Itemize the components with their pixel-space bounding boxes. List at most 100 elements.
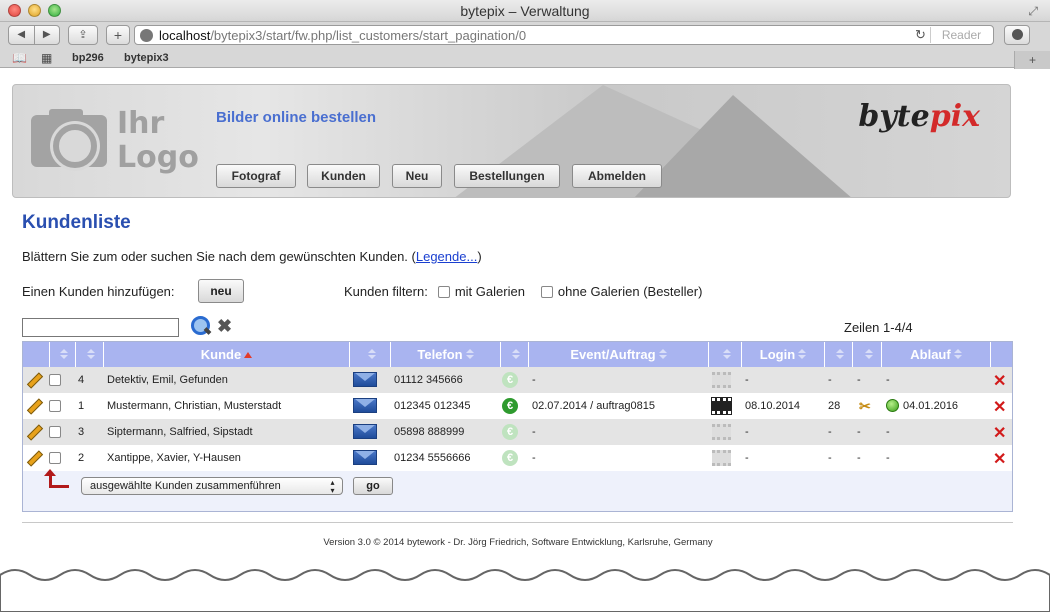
col-tools-sort[interactable]: [852, 342, 881, 367]
search-icon[interactable]: [191, 316, 211, 336]
cell-number: 4: [78, 374, 85, 386]
col-film-sort[interactable]: [708, 342, 741, 367]
share-icon[interactable]: ⇪: [68, 25, 98, 45]
nav-abmelden-button[interactable]: Abmelden: [572, 164, 662, 188]
customer-filter: Kunden filtern: mit Galerien ohne Galerien…: [344, 284, 702, 299]
add-bookmark-icon[interactable]: +: [106, 25, 130, 45]
filter-label: Kunden filtern:: [344, 284, 428, 299]
reload-icon[interactable]: ↻: [915, 27, 926, 43]
fullscreen-icon[interactable]: ⤢: [1028, 4, 1038, 19]
cell-kunde: Detektiv, Emil, Gefunden: [107, 374, 228, 386]
search-input[interactable]: [22, 318, 179, 337]
nav-neu-button[interactable]: Neu: [392, 164, 442, 188]
col-select-sort[interactable]: [49, 342, 75, 367]
row-checkbox[interactable]: [49, 426, 61, 438]
bookmark-bytepix3[interactable]: bytepix3: [124, 52, 169, 64]
filter-with-galleries-checkbox[interactable]: [437, 286, 450, 298]
cell-telefon: 012345 012345: [394, 400, 471, 412]
cell-event: -: [532, 374, 536, 386]
edit-icon[interactable]: [27, 373, 41, 387]
cell-login: -: [745, 374, 749, 386]
cell-tools: -: [857, 374, 861, 386]
col-mail-sort[interactable]: [349, 342, 390, 367]
camera-logo-icon: [31, 115, 107, 168]
table-header: Kunde Telefon Event/Auftrag Login Ablauf: [23, 342, 1012, 367]
mail-icon[interactable]: [353, 424, 377, 439]
delete-icon[interactable]: ✕: [993, 423, 1006, 443]
cell-count: -: [828, 426, 832, 438]
col-event[interactable]: Event/Auftrag: [528, 342, 708, 367]
col-edit: [23, 342, 49, 367]
rows-count: Zeilen 1-4/4: [844, 320, 913, 335]
col-ablauf[interactable]: Ablauf: [881, 342, 990, 367]
col-number-sort[interactable]: [75, 342, 103, 367]
mail-icon[interactable]: [353, 398, 377, 413]
nav-kunden-button[interactable]: Kunden: [307, 164, 380, 188]
col-telefon[interactable]: Telefon: [390, 342, 500, 367]
bulk-action-select[interactable]: ausgewählte Kunden zusammenführen: [81, 477, 343, 495]
brand-part-1: byte: [858, 99, 930, 134]
mail-icon[interactable]: [353, 450, 377, 465]
cell-telefon: 05898 888999: [394, 426, 465, 438]
euro-icon: €: [502, 372, 518, 388]
forward-icon[interactable]: ▶: [33, 26, 60, 44]
footer-text: Version 3.0 © 2014 bytework - Dr. Jörg F…: [323, 537, 713, 548]
edit-icon[interactable]: [27, 451, 41, 465]
film-icon[interactable]: [711, 397, 732, 415]
film-icon: [712, 450, 731, 466]
edit-icon[interactable]: [27, 425, 41, 439]
tools-icon[interactable]: ✂: [859, 398, 871, 415]
web-page: Ihr Logo Bilder online bestellen bytepix…: [0, 69, 1050, 612]
intro-text: Blättern Sie zum oder suchen Sie nach de…: [22, 249, 482, 264]
address-bar[interactable]: localhost/bytepix3/start/fw.php/list_cus…: [134, 25, 994, 45]
cell-event: 02.07.2014 / auftrag0815: [532, 400, 655, 412]
title-bar: bytepix – Verwaltung ⤢: [0, 0, 1050, 22]
col-login[interactable]: Login: [741, 342, 824, 367]
bookmark-bp296[interactable]: bp296: [72, 52, 104, 64]
go-button[interactable]: go: [353, 477, 393, 495]
nav-fotograf-button[interactable]: Fotograf: [216, 164, 296, 188]
delete-icon[interactable]: ✕: [993, 371, 1006, 391]
clear-search-icon[interactable]: ✖: [217, 316, 232, 337]
cell-kunde: Xantippe, Xavier, Y-Hausen: [107, 452, 241, 464]
cell-number: 2: [78, 452, 85, 464]
col-count-sort[interactable]: [824, 342, 852, 367]
legend-link[interactable]: Legende...: [416, 249, 477, 264]
filter-without-galleries-checkbox[interactable]: [540, 286, 553, 298]
col-kunde-label: Kunde: [200, 347, 242, 362]
new-tab-icon[interactable]: +: [1014, 51, 1050, 69]
row-checkbox[interactable]: [49, 452, 61, 464]
delete-icon[interactable]: ✕: [993, 449, 1006, 469]
edit-icon[interactable]: [27, 399, 41, 413]
col-login-label: Login: [759, 347, 796, 362]
cell-number: 1: [78, 400, 85, 412]
cell-count: -: [828, 452, 832, 464]
intro-close: ): [477, 249, 482, 264]
browser-toolbar: ◀ ▶ ⇪ + localhost/bytepix3/start/fw.php/…: [0, 22, 1050, 48]
add-customer-button[interactable]: neu: [198, 279, 244, 303]
euro-icon: €: [502, 398, 518, 414]
film-icon: [712, 424, 731, 440]
col-kunde[interactable]: Kunde: [103, 342, 349, 367]
banner-decoration-2: [633, 95, 853, 197]
filter-without-galleries-label: ohne Galerien (Besteller): [557, 284, 703, 299]
euro-icon: €: [502, 450, 518, 466]
row-checkbox[interactable]: [49, 374, 61, 386]
reader-button[interactable]: Reader: [930, 27, 992, 43]
browser-window: bytepix – Verwaltung ⤢ ◀ ▶ ⇪ + localhost…: [0, 0, 1050, 612]
col-telefon-label: Telefon: [417, 347, 463, 362]
row-checkbox[interactable]: [49, 400, 61, 412]
reading-list-icon[interactable]: 📖: [12, 51, 27, 65]
downloads-icon[interactable]: [1004, 25, 1030, 45]
site-tagline: Bilder online bestellen: [216, 109, 377, 126]
col-ablauf-label: Ablauf: [910, 347, 951, 362]
cell-ablauf: -: [886, 452, 890, 464]
cell-login: -: [745, 452, 749, 464]
nav-bestellungen-button[interactable]: Bestellungen: [454, 164, 560, 188]
add-customer-label: Einen Kunden hinzufügen:: [22, 284, 175, 299]
back-icon[interactable]: ◀: [9, 26, 34, 44]
delete-icon[interactable]: ✕: [993, 397, 1006, 417]
top-sites-icon[interactable]: ▦: [41, 51, 52, 65]
col-paid-sort[interactable]: [500, 342, 528, 367]
mail-icon[interactable]: [353, 372, 377, 387]
